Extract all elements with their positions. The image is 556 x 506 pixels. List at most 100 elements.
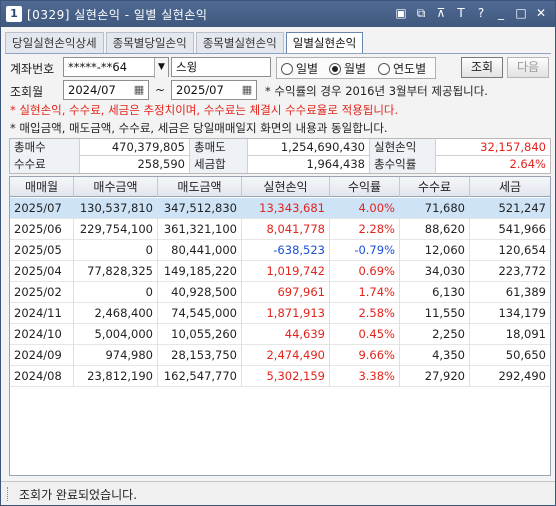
table-cell: 3.38% [330,366,400,387]
monthly-pnl-table[interactable]: 매매월 매수금액 매도금액 실현손익 수익률 수수료 세금 2025/07 130,537,8… [9,176,551,476]
radio-yearly-dot [378,62,390,75]
table-row[interactable]: 2024/10 5,004,000 10,055,260 44,639 0.45% 2,2… [10,324,550,345]
account-dropdown-icon[interactable]: ▼ [154,58,168,78]
title-bar-icons: ▣ ⧉ ⊼ T? _ □ ✕ [393,5,549,22]
column-header[interactable]: 세금 [470,177,550,197]
status-text: 조회가 완료되었습니다. [19,488,138,502]
account-name-value: 스윙 [176,60,198,74]
from-month-field[interactable]: 2024/07 ▦ [63,80,149,100]
table-cell: 12,060 [400,240,470,261]
table-cell: 6,130 [400,282,470,303]
table-cell: 361,321,100 [158,219,242,240]
table-cell: 149,185,220 [158,261,242,282]
copy-icon[interactable]: ⧉ [413,5,429,22]
summary-panel: 총매수 470,379,805 총매도 1,254,690,430 실현손익 3… [9,138,551,174]
next-button[interactable]: 다음 [507,57,549,78]
table-row[interactable]: 2025/06 229,754,100 361,321,100 8,041,778 2.… [10,219,550,240]
table-cell: 2024/11 [10,303,74,324]
table-row[interactable]: 2025/02 0 40,928,500 697,961 1.74% 6,130 61,38… [10,282,550,303]
table-cell: 1,019,742 [242,261,330,282]
table-cell: 88,620 [400,219,470,240]
table-cell: 134,179 [498,306,546,320]
pin-icon[interactable]: ⊼ [433,5,449,22]
table-cell: 223,772 [498,264,546,278]
column-header[interactable]: 매도금액 [158,177,242,197]
table-cell: 2025/06 [10,219,74,240]
title-bar[interactable]: 1 [0329] 실현손익 - 일별 실현손익 ▣ ⧉ ⊼ T? _ □ ✕ [1,1,555,27]
column-header[interactable]: 매매월 [10,177,74,197]
account-label: 계좌번호 [10,62,55,76]
account-name-field: 스윙 [171,57,271,77]
help-icon[interactable]: ? [473,5,489,22]
table-row[interactable]: 2024/08 23,812,190 162,547,770 5,302,159 3.3… [10,366,550,387]
table-cell: 9.66% [330,345,400,366]
tab-3[interactable]: 일별실현손익 [285,32,364,54]
table-cell: 28,153,750 [158,345,242,366]
table-row[interactable]: 2024/09 974,980 28,153,750 2,474,490 9.66% 4,… [10,345,550,366]
table-cell: 77,828,325 [74,261,158,282]
window-icon[interactable]: ▣ [393,5,409,22]
account-number-value: *****-**64 [68,60,128,74]
column-header[interactable]: 실현손익 [242,177,330,197]
table-cell: 23,812,190 [74,366,158,387]
table-cell: 0 [74,282,158,303]
table-cell: 2.58% [330,303,400,324]
table-row[interactable]: 2025/05 0 80,441,000 -638,523 -0.79% 12,060 12… [10,240,550,261]
journal-note: * 매입금액, 매도금액, 수수료, 세금은 당일매매일지 화면의 내용과 동일… [10,121,388,135]
tab-2[interactable]: 종목별실현손익 [195,32,284,54]
table-cell: 2024/08 [10,366,74,387]
close-icon[interactable]: ✕ [533,5,549,22]
calendar-icon[interactable]: ▦ [239,81,255,99]
table-cell: 2,468,400 [74,303,158,324]
table-cell: 50,650 [505,348,546,362]
table-cell: 80,441,000 [158,240,242,261]
query-button[interactable]: 조회 [461,57,503,78]
column-header[interactable]: 수익률 [330,177,400,197]
window: 1 [0329] 실현손익 - 일별 실현손익 ▣ ⧉ ⊼ T? _ □ ✕ 당일실현손익상… [0,0,556,506]
table-row[interactable]: 2024/11 2,468,400 74,545,000 1,871,913 2.58%… [10,303,550,324]
column-header[interactable]: 수수료 [400,177,470,197]
total-rate-value: 2.64% [509,157,546,171]
radio-daily-label: 일별 [296,62,319,76]
tax-label: 세금합 [190,156,248,173]
table-row[interactable]: 2025/04 77,828,325 149,185,220 1,019,742 0.6… [10,261,550,282]
tab-0[interactable]: 당일실현손익상세 [5,32,104,54]
rate-note: * 수익률의 경우 2016년 3월부터 제공됩니다. [265,84,488,98]
fee-value: 258,590 [80,156,190,173]
to-month-value: 2025/07 [176,83,224,97]
table-cell: 5,302,159 [242,366,330,387]
table-cell: 2024/10 [10,324,74,345]
table-cell: 2025/02 [10,282,74,303]
table-cell: 521,247 [498,201,546,215]
table-cell: 2025/05 [10,240,74,261]
total-sell-label: 총매도 [190,139,248,156]
radio-daily[interactable]: 일별 [281,60,318,77]
table-cell: 4,350 [400,345,470,366]
table-header: 매매월 매수금액 매도금액 실현손익 수익률 수수료 세금 [10,177,550,197]
calendar-icon[interactable]: ▦ [131,81,147,99]
text-icon[interactable]: T [453,5,469,22]
radio-monthly[interactable]: 월별 [329,60,366,77]
table-cell: 0.69% [330,261,400,282]
maximize-icon[interactable]: □ [513,5,529,22]
to-month-field[interactable]: 2025/07 ▦ [171,80,257,100]
table-cell: 162,547,770 [158,366,242,387]
tax-value: 1,964,438 [248,156,370,173]
tab-strip: 당일실현손익상세 종목별당일손익 종목별실현손익 일별실현손익 [5,32,365,54]
radio-yearly[interactable]: 연도별 [378,60,426,77]
table-cell: 13,343,681 [242,198,330,219]
table-row[interactable]: 2025/07 130,537,810 347,512,830 13,343,681 4… [10,198,550,219]
table-cell: 2.28% [330,219,400,240]
estimate-note: * 실현손익, 수수료, 세금은 추정치이며, 수수료는 체결시 수수료율로 적… [10,103,399,117]
table-cell: -0.79% [330,240,400,261]
minimize-icon[interactable]: _ [493,5,509,22]
table-cell: 27,920 [400,366,470,387]
table-cell: 44,639 [242,324,330,345]
total-buy-label: 총매수 [10,139,80,156]
account-number-field[interactable]: *****-**64 ▼ [63,57,169,78]
period-tilde: ~ [155,83,166,97]
radio-daily-dot [281,62,293,75]
column-header[interactable]: 매수금액 [74,177,158,197]
tab-1[interactable]: 종목별당일손익 [105,32,194,54]
summary-row-1: 총매수 470,379,805 총매도 1,254,690,430 실현손익 3… [10,139,550,156]
